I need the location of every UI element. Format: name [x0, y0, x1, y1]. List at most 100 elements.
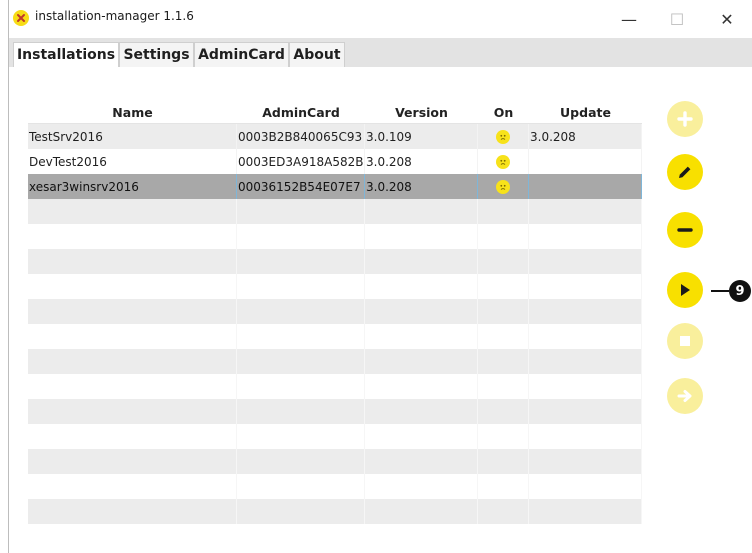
table-row[interactable]: DevTest2016 0003ED3A918A582B 3.0.208: [28, 149, 642, 174]
empty-cell: [237, 474, 365, 499]
empty-cell: [28, 274, 237, 299]
empty-table-row: [28, 499, 642, 524]
empty-cell: [365, 324, 478, 349]
empty-cell: [478, 199, 529, 224]
callout-badge: 9: [729, 280, 751, 302]
empty-cell: [529, 299, 642, 324]
empty-cell: [478, 349, 529, 374]
empty-cell: [237, 424, 365, 449]
empty-cell: [28, 349, 237, 374]
add-button[interactable]: [667, 101, 703, 137]
column-header-version[interactable]: Version: [365, 101, 478, 123]
empty-cell: [365, 299, 478, 324]
action-toolbar: [667, 101, 717, 414]
empty-cell: [28, 424, 237, 449]
empty-cell: [237, 324, 365, 349]
edit-button[interactable]: [667, 154, 703, 190]
tab-settings[interactable]: Settings: [119, 42, 194, 67]
empty-cell: [478, 474, 529, 499]
empty-cell: [365, 449, 478, 474]
empty-table-row: [28, 424, 642, 449]
empty-cell: [529, 449, 642, 474]
cell-name: DevTest2016: [28, 149, 237, 174]
sad-face-icon: [496, 154, 510, 169]
empty-cell: [28, 499, 237, 524]
minimize-button[interactable]: —: [607, 4, 651, 34]
column-header-name[interactable]: Name: [28, 101, 237, 123]
play-icon: [681, 284, 690, 296]
table-row-selected[interactable]: xesar3winsrv2016 00036152B54E07E7 3.0.20…: [28, 174, 642, 199]
cell-on: [478, 174, 529, 199]
callout-leader-line: [711, 290, 729, 292]
column-header-on[interactable]: On: [478, 101, 529, 123]
empty-cell: [28, 449, 237, 474]
empty-cell: [237, 299, 365, 324]
empty-table-row: [28, 249, 642, 274]
empty-cell: [478, 424, 529, 449]
empty-cell: [529, 224, 642, 249]
empty-cell: [237, 224, 365, 249]
empty-cell: [478, 224, 529, 249]
cell-update: 3.0.208: [529, 124, 642, 149]
empty-cell: [529, 424, 642, 449]
empty-cell: [237, 374, 365, 399]
empty-cell: [478, 374, 529, 399]
cell-admincard: 0003ED3A918A582B: [237, 149, 365, 174]
empty-cell: [478, 299, 529, 324]
title-bar[interactable]: installation-manager 1.1.6 — ☐ ✕: [9, 0, 752, 38]
remove-button[interactable]: [667, 212, 703, 248]
close-button[interactable]: ✕: [705, 4, 749, 34]
update-button[interactable]: [667, 378, 703, 414]
empty-cell: [237, 399, 365, 424]
cell-name: TestSrv2016: [28, 124, 237, 149]
empty-table-row: [28, 224, 642, 249]
empty-cell: [478, 249, 529, 274]
column-header-admincard[interactable]: AdminCard: [237, 101, 365, 123]
sad-face-icon: [496, 179, 510, 194]
empty-cell: [237, 199, 365, 224]
empty-cell: [478, 324, 529, 349]
empty-cell: [365, 399, 478, 424]
tab-installations[interactable]: Installations: [13, 42, 119, 67]
x-logo-icon: [13, 10, 29, 26]
empty-cell: [28, 324, 237, 349]
empty-table-row: [28, 474, 642, 499]
empty-cell: [478, 399, 529, 424]
table-row[interactable]: TestSrv2016 0003B2B840065C93 3.0.109 3.0…: [28, 124, 642, 149]
empty-cell: [365, 249, 478, 274]
maximize-button[interactable]: ☐: [655, 4, 699, 34]
minus-icon: [677, 228, 693, 232]
window-title: installation-manager 1.1.6: [35, 9, 194, 23]
start-button[interactable]: [667, 272, 703, 308]
empty-cell: [28, 399, 237, 424]
empty-cell: [529, 324, 642, 349]
pencil-icon: [679, 166, 691, 178]
cell-version: 3.0.109: [365, 124, 478, 149]
cell-admincard: 00036152B54E07E7: [237, 174, 365, 199]
column-header-update[interactable]: Update: [529, 101, 642, 123]
empty-cell: [28, 474, 237, 499]
empty-table-row: [28, 274, 642, 299]
tab-admincard[interactable]: AdminCard: [194, 42, 289, 67]
empty-cell: [365, 499, 478, 524]
empty-rows: [28, 199, 642, 524]
empty-cell: [28, 374, 237, 399]
cell-update: [529, 174, 642, 199]
empty-table-row: [28, 324, 642, 349]
empty-cell: [529, 199, 642, 224]
empty-cell: [529, 474, 642, 499]
table-header: Name AdminCard Version On Update: [28, 101, 642, 124]
stop-button[interactable]: [667, 323, 703, 359]
empty-cell: [529, 399, 642, 424]
cell-update: [529, 149, 642, 174]
cell-name: xesar3winsrv2016: [28, 174, 237, 199]
tab-about[interactable]: About: [289, 42, 345, 67]
cell-version: 3.0.208: [365, 149, 478, 174]
empty-cell: [529, 349, 642, 374]
empty-cell: [237, 274, 365, 299]
empty-cell: [28, 249, 237, 274]
empty-cell: [365, 349, 478, 374]
empty-cell: [478, 274, 529, 299]
empty-cell: [237, 349, 365, 374]
empty-cell: [28, 199, 237, 224]
